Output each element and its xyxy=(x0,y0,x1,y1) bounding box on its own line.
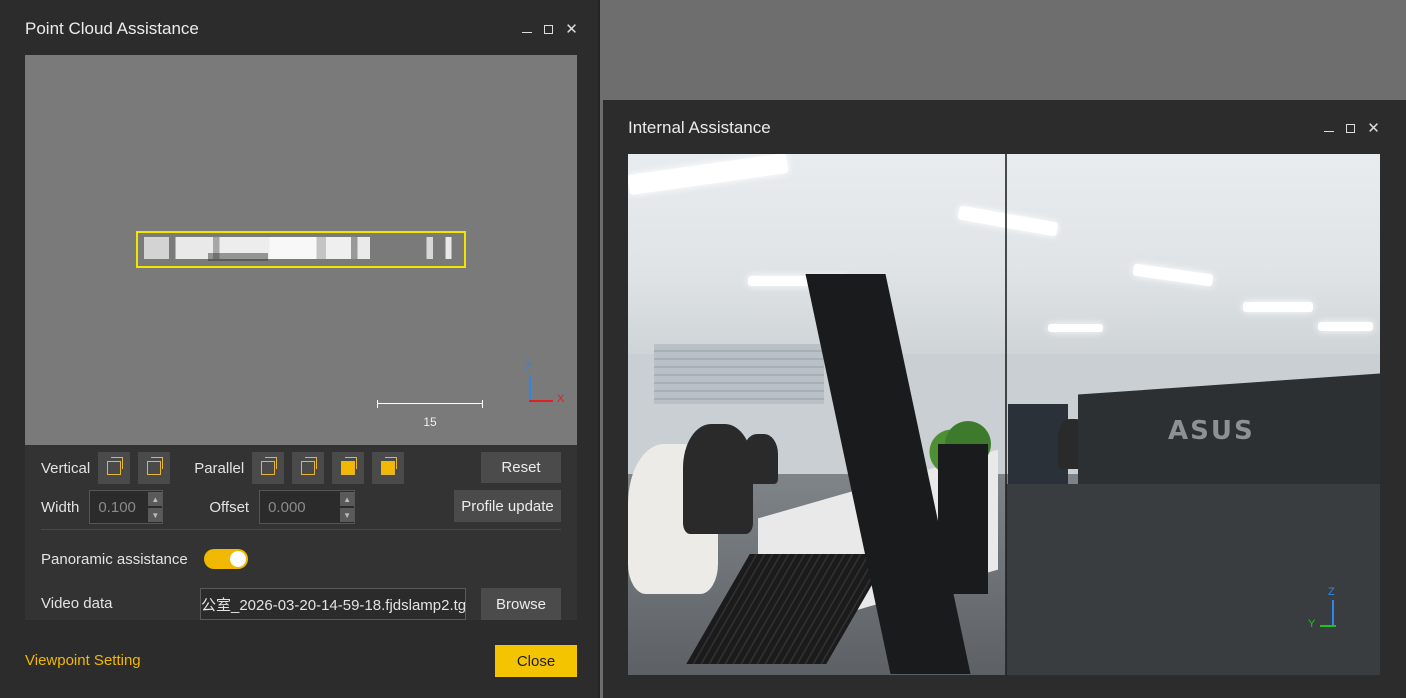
window-blinds xyxy=(654,344,824,404)
minimize-icon[interactable] xyxy=(1324,124,1334,132)
right-titlebar: Internal Assistance ✕ xyxy=(628,113,1380,143)
video-row: Video data xyxy=(41,595,112,612)
maximize-icon[interactable] xyxy=(544,24,553,34)
video-data-label: Video data xyxy=(41,595,113,612)
offset-label: Offset xyxy=(209,498,250,516)
cube-front-icon xyxy=(147,457,164,475)
window-controls: ✕ xyxy=(522,21,578,38)
ceiling-light xyxy=(1318,322,1373,331)
offset-value[interactable]: 0.000 xyxy=(260,499,340,516)
point-cloud-selection-box[interactable] xyxy=(136,231,466,268)
axis-gizmo: Z Y xyxy=(1308,586,1368,636)
panoramic-row: Panoramic assistance xyxy=(41,549,248,569)
reset-button[interactable]: Reset xyxy=(481,452,561,483)
brand-logo: ASUS xyxy=(1168,416,1255,446)
point-cloud-shadow xyxy=(208,253,268,261)
parallel-view-left-button[interactable] xyxy=(252,452,285,484)
cube-filled-icon xyxy=(341,457,358,475)
parallel-view-front-button[interactable] xyxy=(332,452,365,484)
parallel-view-back-button[interactable] xyxy=(372,452,405,484)
z-axis-line xyxy=(529,375,531,401)
point-cloud-data xyxy=(144,237,458,259)
cube-right-icon xyxy=(301,457,318,475)
point-cloud-assistance-window: Point Cloud Assistance ✕ 15 Z X Vertical… xyxy=(0,0,600,698)
view-row: Vertical Parallel xyxy=(41,452,405,484)
minimize-icon[interactable] xyxy=(522,25,532,33)
z-axis-label: Z xyxy=(525,361,532,373)
width-label: Width xyxy=(41,498,80,516)
window-title: Internal Assistance xyxy=(628,118,771,137)
parallel-label: Parallel xyxy=(194,459,245,477)
scale-label: 15 xyxy=(423,415,437,429)
panoramic-label: Panoramic assistance xyxy=(41,550,188,568)
maximize-icon[interactable] xyxy=(1346,123,1355,133)
width-value[interactable]: 0.100 xyxy=(90,499,148,516)
scale-bar xyxy=(377,400,483,408)
chevron-up-icon[interactable]: ▲ xyxy=(148,492,163,506)
ceiling-light xyxy=(1243,302,1313,312)
width-spinbox[interactable]: 0.100 ▲ ▼ xyxy=(89,490,164,524)
monitor xyxy=(938,444,988,594)
ceiling-light xyxy=(1048,324,1103,332)
close-button[interactable]: Close xyxy=(495,645,577,677)
profile-update-button[interactable]: Profile update xyxy=(454,490,561,522)
panorama-view[interactable]: ASUS Z Y xyxy=(628,154,1380,675)
controls-panel: Vertical Parallel Reset Width 0.100 ▲ ▼ … xyxy=(25,445,577,620)
close-icon[interactable]: ✕ xyxy=(1367,120,1380,137)
cube-left-icon xyxy=(261,457,278,475)
stitch-seam xyxy=(1005,154,1007,675)
chevron-up-icon[interactable]: ▲ xyxy=(340,492,355,506)
cube-icon xyxy=(107,457,124,475)
window-title: Point Cloud Assistance xyxy=(25,19,199,38)
vertical-view-top-button[interactable] xyxy=(98,452,131,484)
point-cloud-viewport[interactable]: 15 Z X xyxy=(25,55,577,445)
ceiling xyxy=(628,154,1380,354)
browse-button[interactable]: Browse xyxy=(481,588,561,620)
person xyxy=(743,434,778,484)
chevron-down-icon[interactable]: ▼ xyxy=(340,508,355,522)
z-axis-line xyxy=(1332,600,1334,626)
x-axis-label: X xyxy=(557,393,565,405)
y-axis-line xyxy=(1320,625,1336,627)
window-controls: ✕ xyxy=(1324,120,1380,137)
cube-back-filled-icon xyxy=(381,457,398,475)
panoramic-toggle[interactable] xyxy=(203,549,248,569)
x-axis-line xyxy=(529,400,553,402)
viewpoint-setting-link[interactable]: Viewpoint Setting xyxy=(25,652,141,669)
video-path-field[interactable]: 公室_2026-03-20-14-59-18.fjdslamp2.tgz xyxy=(200,588,466,620)
left-titlebar: Point Cloud Assistance ✕ xyxy=(25,14,578,44)
z-axis-label: Z xyxy=(1328,586,1335,598)
desk-partition xyxy=(1006,484,1380,675)
parallel-view-right-button[interactable] xyxy=(292,452,325,484)
axis-gizmo: Z X xyxy=(525,361,565,411)
vertical-view-front-button[interactable] xyxy=(138,452,171,484)
y-axis-label: Y xyxy=(1308,618,1316,630)
chevron-down-icon[interactable]: ▼ xyxy=(148,508,163,522)
panel-divider xyxy=(41,529,561,530)
offset-spinbox[interactable]: 0.000 ▲ ▼ xyxy=(259,490,356,524)
width-offset-row: Width 0.100 ▲ ▼ Offset 0.000 ▲ ▼ xyxy=(41,490,356,524)
offset-stepper[interactable]: ▲ ▼ xyxy=(340,491,355,523)
width-stepper[interactable]: ▲ ▼ xyxy=(148,491,163,523)
vertical-label: Vertical xyxy=(41,459,91,477)
close-icon[interactable]: ✕ xyxy=(565,21,578,38)
